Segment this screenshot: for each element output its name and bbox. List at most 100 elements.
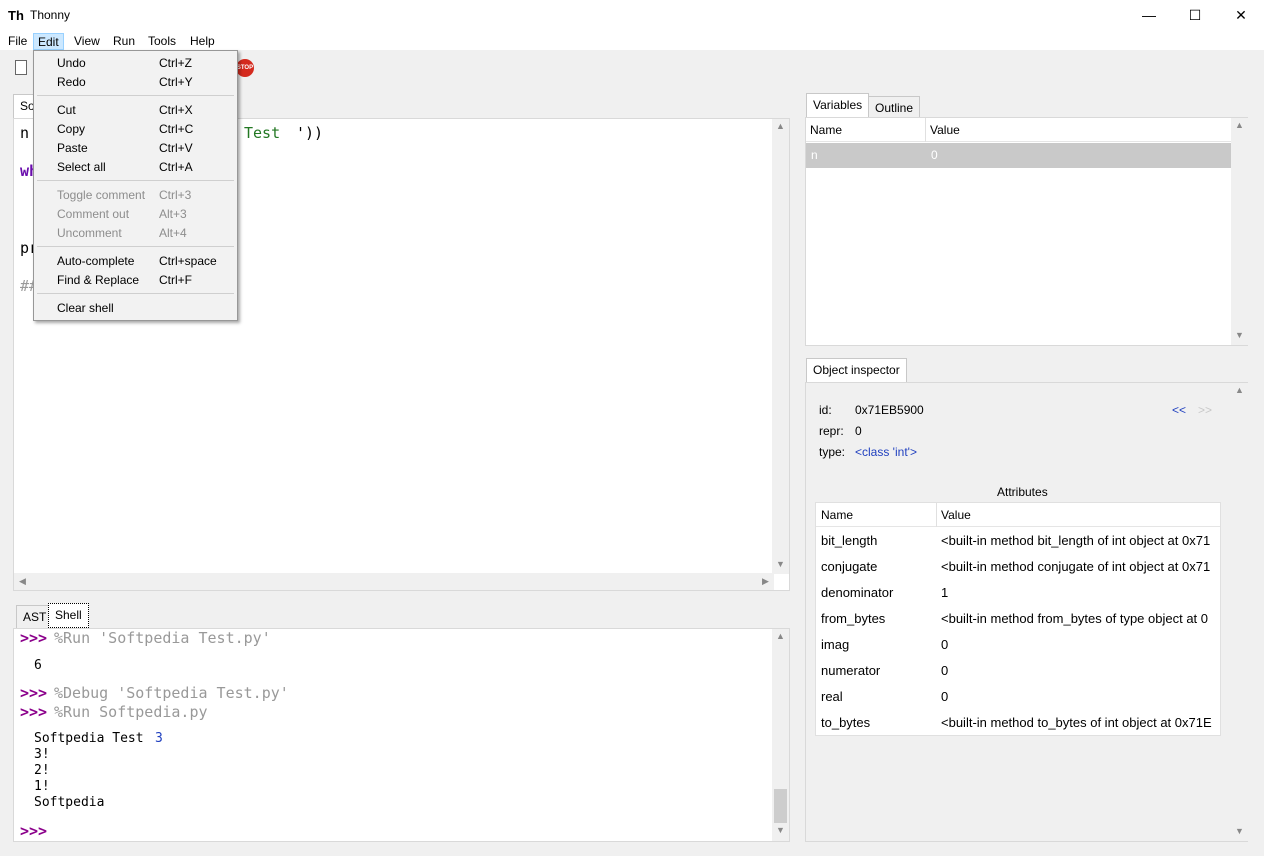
tab-object-inspector-label: Object inspector — [813, 363, 900, 377]
attribute-row[interactable]: numerator 0 — [816, 658, 1220, 684]
attribute-name: denominator — [821, 585, 894, 600]
menu-item-toggle-comment[interactable]: Toggle comment Ctrl+3 — [57, 186, 227, 205]
attribute-row[interactable]: real 0 — [816, 684, 1220, 710]
attribute-name: numerator — [821, 663, 881, 678]
minimize-button[interactable]: — — [1126, 0, 1172, 31]
tab-shell[interactable]: Shell — [48, 603, 89, 628]
maximize-button[interactable]: ☐ — [1172, 0, 1218, 31]
menu-item-label: Copy — [57, 122, 86, 136]
scroll-up-arrow-icon[interactable]: ▲ — [772, 631, 789, 641]
attribute-name: bit_length — [821, 533, 878, 548]
tab-outline[interactable]: Outline — [868, 96, 921, 118]
shell-vertical-scrollbar[interactable]: ▲ ▼ — [772, 629, 789, 841]
type-value-link[interactable]: <class 'int'> — [855, 445, 917, 459]
attribute-row[interactable]: conjugate <built-in method conjugate of … — [816, 554, 1220, 580]
menu-bar: File Edit View Run Tools Help — [0, 31, 1264, 50]
shell-output: 1! — [34, 779, 50, 794]
scroll-down-arrow-icon[interactable]: ▼ — [1231, 826, 1248, 836]
attribute-row[interactable]: imag 0 — [816, 632, 1220, 658]
repr-label: repr: — [819, 424, 844, 438]
menu-item-find-replace[interactable]: Find & Replace Ctrl+F — [57, 271, 227, 290]
variables-header: Name Value — [806, 118, 1231, 142]
tab-object-inspector[interactable]: Object inspector — [806, 358, 907, 383]
attributes-header: Name Value — [816, 503, 1220, 527]
scroll-up-arrow-icon[interactable]: ▲ — [772, 121, 789, 131]
new-file-icon[interactable] — [15, 60, 27, 75]
scroll-down-arrow-icon[interactable]: ▼ — [772, 559, 789, 569]
variables-table: Name Value n 0 ▲ ▼ — [805, 117, 1248, 346]
scroll-thumb[interactable] — [774, 789, 787, 823]
menu-tools[interactable]: Tools — [144, 33, 180, 50]
menu-item-shortcut: Ctrl+A — [159, 160, 193, 174]
scroll-up-arrow-icon[interactable]: ▲ — [1231, 385, 1248, 395]
variables-vertical-scrollbar[interactable]: ▲ ▼ — [1231, 118, 1248, 345]
menu-item-copy[interactable]: Copy Ctrl+C — [57, 120, 227, 139]
attribute-value: <built-in method from_bytes of type obje… — [941, 611, 1209, 626]
attribute-value: 1 — [941, 585, 949, 600]
menu-item-shortcut: Alt+3 — [159, 207, 187, 221]
shell-command: %Run Softpedia.py — [54, 703, 208, 721]
close-button[interactable]: ✕ — [1218, 0, 1264, 31]
menu-run[interactable]: Run — [109, 33, 139, 50]
code-line-1a: n — [20, 124, 30, 142]
column-header-value[interactable]: Value — [941, 503, 971, 527]
shell-output: Softpedia Test — [34, 731, 152, 746]
menu-help[interactable]: Help — [186, 33, 219, 50]
tab-ast-label: AST — [23, 610, 47, 624]
title-bar: Th Thonny — ☐ ✕ — [0, 0, 1264, 31]
shell-prompt: >>> — [20, 629, 48, 647]
menu-item-shortcut: Ctrl+Y — [159, 75, 193, 89]
editor-horizontal-scrollbar[interactable]: ◀ ▶ — [14, 573, 774, 590]
attribute-row[interactable]: denominator 1 — [816, 580, 1220, 606]
variable-name: n — [811, 148, 818, 162]
menu-view[interactable]: View — [70, 33, 104, 50]
tab-variables[interactable]: Variables — [806, 93, 870, 118]
shell-prompt-current: >>> — [20, 822, 48, 840]
shell-command: %Run 'Softpedia Test.py' — [54, 629, 271, 647]
menu-separator — [37, 246, 234, 247]
attribute-name: imag — [821, 637, 850, 652]
menu-item-comment-out[interactable]: Comment out Alt+3 — [57, 205, 227, 224]
menu-item-select-all[interactable]: Select all Ctrl+A — [57, 158, 227, 177]
attribute-value: <built-in method bit_length of int objec… — [941, 533, 1211, 548]
forward-button[interactable]: >> — [1198, 403, 1212, 417]
inspector-vertical-scrollbar[interactable]: ▲ ▼ — [1231, 383, 1248, 841]
column-header-value[interactable]: Value — [930, 118, 960, 142]
menu-file[interactable]: File — [4, 33, 31, 50]
stop-icon[interactable]: STOP — [236, 59, 254, 77]
variable-row[interactable]: n 0 — [806, 143, 1231, 168]
menu-item-cut[interactable]: Cut Ctrl+X — [57, 101, 227, 120]
tab-variables-label: Variables — [813, 98, 863, 112]
column-header-name[interactable]: Name — [821, 503, 853, 527]
tab-shell-label: Shell — [55, 608, 82, 622]
back-button[interactable]: << — [1172, 403, 1186, 417]
scroll-down-arrow-icon[interactable]: ▼ — [772, 825, 789, 835]
attribute-row[interactable]: from_bytes <built-in method from_bytes o… — [816, 606, 1220, 632]
shell-output: Softpedia — [34, 795, 105, 810]
menu-item-shortcut: Ctrl+C — [159, 122, 194, 136]
scroll-left-arrow-icon[interactable]: ◀ — [14, 576, 31, 587]
attribute-row[interactable]: bit_length <built-in method bit_length o… — [816, 528, 1220, 554]
menu-item-redo[interactable]: Redo Ctrl+Y — [57, 73, 227, 92]
menu-edit[interactable]: Edit — [33, 33, 64, 50]
menu-item-clear-shell[interactable]: Clear shell — [57, 299, 227, 318]
scroll-right-arrow-icon[interactable]: ▶ — [757, 576, 774, 587]
menu-item-uncomment[interactable]: Uncomment Alt+4 — [57, 224, 227, 243]
editor-vertical-scrollbar[interactable]: ▲ ▼ — [772, 119, 789, 574]
menu-item-label: Toggle comment — [57, 188, 146, 202]
attribute-name: to_bytes — [821, 715, 871, 730]
menu-item-auto-complete[interactable]: Auto-complete Ctrl+space — [57, 252, 227, 271]
shell-output: 6 — [34, 658, 42, 673]
tab-outline-label: Outline — [875, 101, 914, 115]
attribute-value: 0 — [941, 689, 949, 704]
shell-prompt: >>> — [20, 703, 48, 721]
column-header-name[interactable]: Name — [810, 118, 842, 142]
menu-item-paste[interactable]: Paste Ctrl+V — [57, 139, 227, 158]
scroll-down-arrow-icon[interactable]: ▼ — [1231, 330, 1248, 340]
menu-item-undo[interactable]: Undo Ctrl+Z — [57, 54, 227, 73]
shell-console[interactable]: >>> %Run 'Softpedia Test.py' 6 >>> %Debu… — [13, 628, 790, 842]
attribute-row[interactable]: to_bytes <built-in method to_bytes of in… — [816, 710, 1220, 736]
scroll-up-arrow-icon[interactable]: ▲ — [1231, 120, 1248, 130]
menu-item-label: Undo — [57, 56, 86, 70]
attribute-value: 0 — [941, 663, 949, 678]
